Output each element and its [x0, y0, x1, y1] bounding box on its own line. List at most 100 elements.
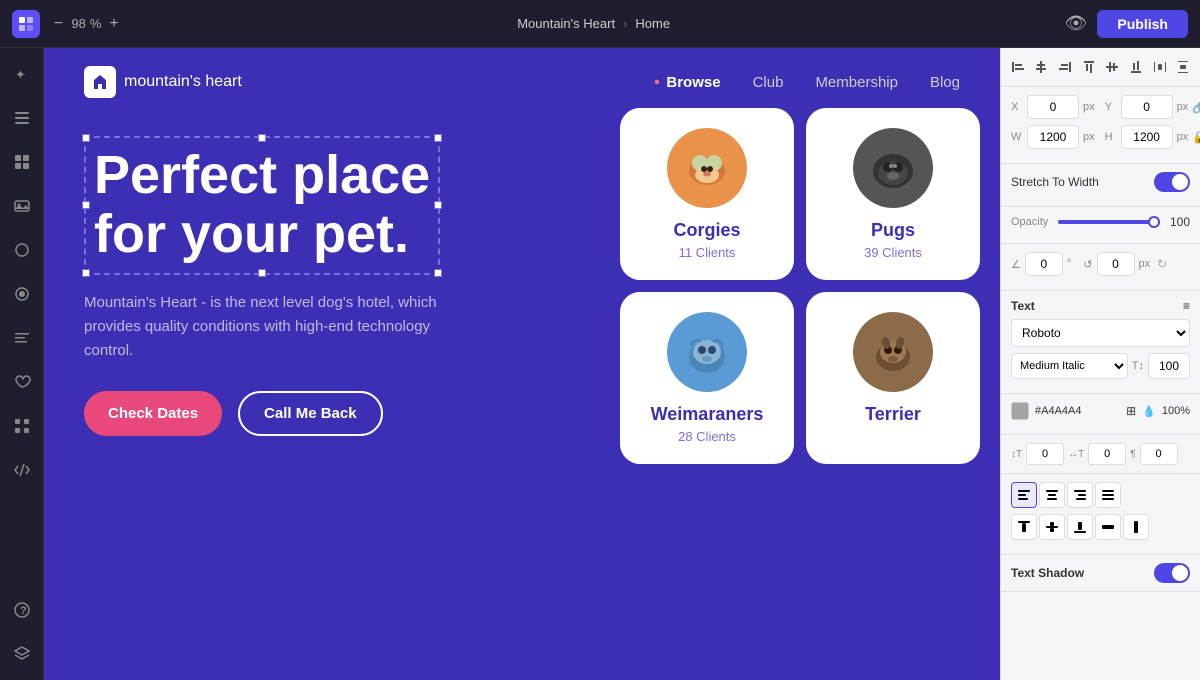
handle-tc[interactable] — [258, 134, 266, 142]
handle-tr[interactable] — [434, 134, 442, 142]
sidebar-item-favorites[interactable] — [8, 368, 36, 396]
text-height-fit-button[interactable] — [1123, 514, 1149, 540]
stretch-row: Stretch To Width — [1011, 172, 1190, 192]
text-valign-bottom-button[interactable] — [1067, 514, 1093, 540]
canvas-area[interactable]: mountain's heart Browse Club Membership … — [44, 48, 1000, 680]
sidebar-item-shapes[interactable] — [8, 236, 36, 264]
hero-title: Perfect place for your pet. — [94, 146, 430, 265]
sidebar-item-grid[interactable] — [8, 148, 36, 176]
transform-section: ∠ ° ↺ px ↻ — [1001, 244, 1200, 291]
distribute-v-button[interactable] — [1172, 56, 1194, 78]
position-lock-icon[interactable]: 🔗 — [1192, 99, 1200, 115]
opacity-slider[interactable] — [1058, 220, 1160, 224]
sidebar-item-pages[interactable] — [8, 104, 36, 132]
preview-logo-icon — [84, 66, 116, 98]
line-height-input[interactable] — [1088, 443, 1126, 465]
main-layout: ✦ — [0, 48, 1200, 680]
align-right-edge-button[interactable] — [1054, 56, 1076, 78]
width-input[interactable] — [1027, 125, 1079, 149]
hero-content: Perfect place for your pet. Mountain's H… — [44, 116, 1000, 436]
text-valign-middle-button[interactable] — [1039, 514, 1065, 540]
align-left-edge-button[interactable] — [1007, 56, 1029, 78]
opacity-section: Opacity 100 — [1001, 207, 1200, 244]
handle-br[interactable] — [434, 269, 442, 277]
preview-button[interactable]: 👁 — [1065, 13, 1088, 34]
call-me-back-button[interactable]: Call Me Back — [238, 391, 383, 436]
stretch-toggle[interactable] — [1154, 172, 1190, 192]
sidebar-item-ai[interactable]: ✦ — [8, 60, 36, 88]
handle-mr[interactable] — [434, 201, 442, 209]
angle-icon: ∠ — [1011, 258, 1021, 271]
t-icon: T↕ — [1132, 360, 1144, 372]
size-lock-icon[interactable]: 🔒 — [1192, 129, 1200, 145]
h-unit: px — [1177, 131, 1189, 143]
sidebar-item-effects[interactable] — [8, 280, 36, 308]
x-input[interactable] — [1027, 95, 1079, 119]
color-swatch[interactable] — [1011, 402, 1029, 420]
check-dates-button[interactable]: Check Dates — [84, 391, 222, 436]
sidebar-item-apps[interactable] — [8, 412, 36, 440]
align-bottom-edge-button[interactable] — [1125, 56, 1147, 78]
sidebar-item-media[interactable] — [8, 192, 36, 220]
position-row: X px Y px 🔗 — [1011, 95, 1190, 119]
angle-unit: ° — [1067, 258, 1071, 270]
height-input[interactable] — [1121, 125, 1173, 149]
spacing-para-icon: ¶ — [1130, 449, 1135, 460]
w-unit: px — [1083, 131, 1095, 143]
zoom-percent: % — [90, 16, 102, 31]
zoom-in-button[interactable]: + — [105, 13, 122, 35]
handle-ml[interactable] — [82, 201, 90, 209]
sidebar-item-help[interactable]: ? — [8, 596, 36, 624]
text-align-left-button[interactable] — [1011, 482, 1037, 508]
nav-item-blog[interactable]: Blog — [930, 74, 960, 91]
top-bar: − 98 % + Mountain's Heart › Home 👁 Publi… — [0, 0, 1200, 48]
handle-tl[interactable] — [82, 134, 90, 142]
opacity-label: Opacity — [1011, 216, 1048, 228]
text-align-right-button[interactable] — [1067, 482, 1093, 508]
nav-item-browse[interactable]: Browse — [666, 74, 720, 91]
color-mix-icon[interactable]: ⊞ — [1126, 404, 1136, 418]
align-top-edge-button[interactable] — [1078, 56, 1100, 78]
rotate-lock-icon[interactable]: ↻ — [1154, 256, 1170, 272]
page-name: Home — [635, 16, 670, 31]
opacity-value: 100 — [1170, 215, 1190, 229]
opacity-thumb[interactable] — [1148, 216, 1160, 228]
align-center-v-button[interactable] — [1102, 56, 1124, 78]
font-size-input[interactable] — [1148, 353, 1190, 379]
zoom-out-button[interactable]: − — [50, 13, 67, 35]
text-align-center-button[interactable] — [1039, 482, 1065, 508]
y-input[interactable] — [1121, 95, 1173, 119]
nav-item-club[interactable]: Club — [753, 74, 784, 91]
hero-buttons: Check Dates Call Me Back — [84, 391, 960, 436]
sidebar-item-code[interactable] — [8, 456, 36, 484]
distribute-h-button[interactable] — [1149, 56, 1171, 78]
text-valign-top-button[interactable] — [1011, 514, 1037, 540]
handle-bl[interactable] — [82, 269, 90, 277]
text-shadow-toggle[interactable] — [1154, 563, 1190, 583]
angle-input[interactable] — [1025, 252, 1063, 276]
rotate-input[interactable] — [1097, 252, 1135, 276]
text-width-fit-button[interactable] — [1095, 514, 1121, 540]
sidebar-item-layers[interactable] — [8, 640, 36, 668]
text-more-icon[interactable]: ≡ — [1183, 299, 1190, 313]
preview-logo: mountain's heart — [84, 66, 242, 98]
publish-button[interactable]: Publish — [1097, 10, 1188, 38]
handle-bc[interactable] — [258, 269, 266, 277]
para-spacing-input[interactable] — [1140, 443, 1178, 465]
preview-nav: mountain's heart Browse Club Membership … — [44, 48, 1000, 116]
left-sidebar: ✦ — [0, 48, 44, 680]
text-valign-group — [1011, 514, 1190, 540]
align-center-h-button[interactable] — [1031, 56, 1053, 78]
text-align-justify-button[interactable] — [1095, 482, 1121, 508]
spacing-section: ↕T ↔T ¶ — [1001, 435, 1200, 474]
sidebar-item-text[interactable] — [8, 324, 36, 352]
font-style-select[interactable]: Medium Italic — [1011, 353, 1128, 379]
nav-item-membership[interactable]: Membership — [815, 74, 898, 91]
text-align-group — [1011, 482, 1190, 508]
hero-title-box[interactable]: Perfect place for your pet. — [84, 136, 440, 275]
font-family-select[interactable]: Roboto — [1011, 319, 1190, 347]
zoom-controls: − 98 % + — [50, 13, 123, 35]
color-water-icon: 💧 — [1142, 405, 1156, 418]
letter-spacing-input[interactable] — [1026, 443, 1064, 465]
app-logo[interactable] — [12, 10, 40, 38]
